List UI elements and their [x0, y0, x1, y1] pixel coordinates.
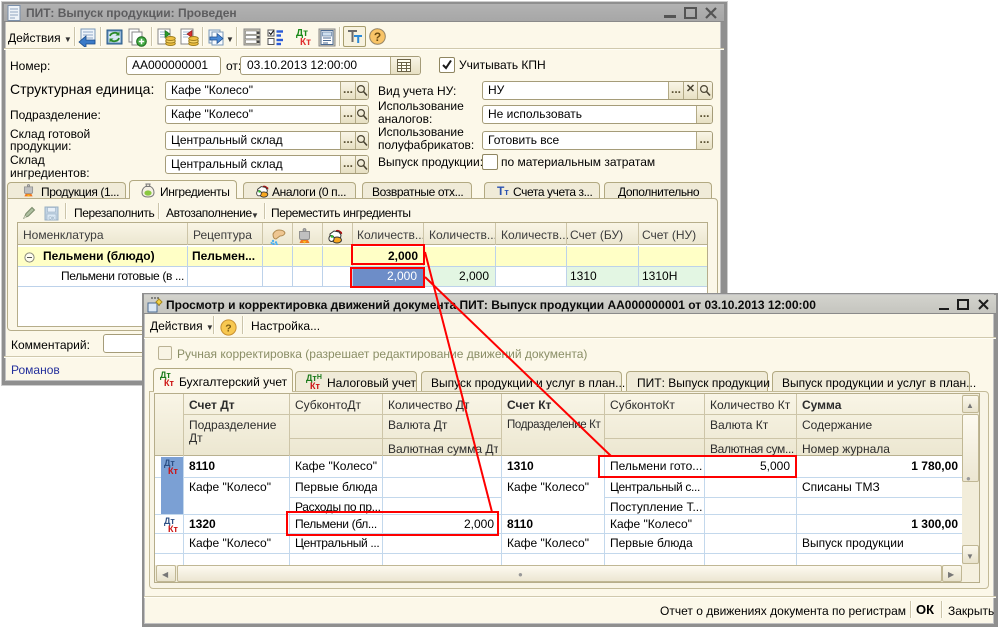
svg-text:?: ? [225, 323, 231, 335]
